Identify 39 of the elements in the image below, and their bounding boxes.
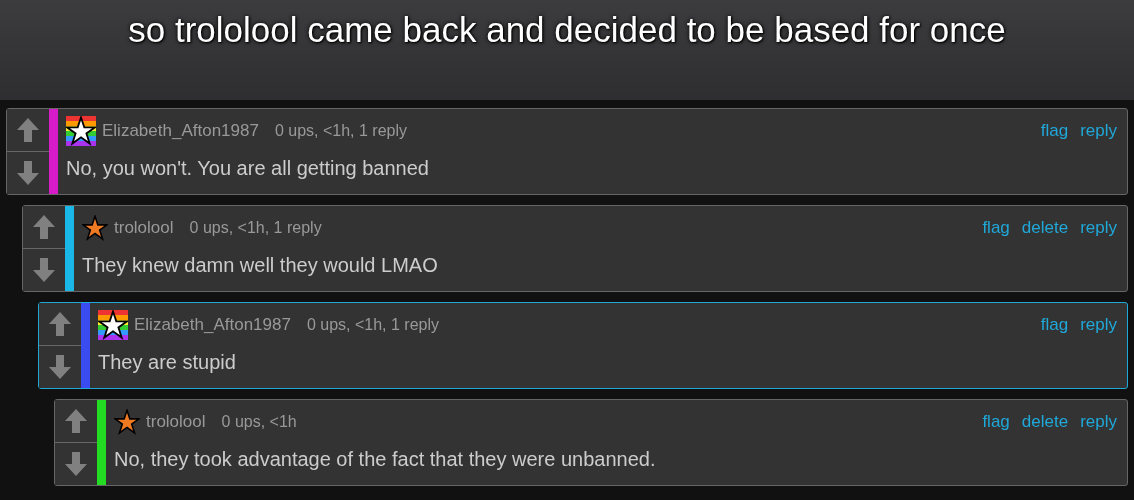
action-link[interactable]: delete xyxy=(1021,218,1069,238)
username[interactable]: trololool xyxy=(146,412,206,432)
action-link[interactable]: flag xyxy=(1040,121,1069,141)
action-link[interactable]: flag xyxy=(1040,315,1069,335)
action-link[interactable]: flag xyxy=(982,218,1010,238)
down-arrow-icon xyxy=(16,160,40,186)
upvote-button[interactable] xyxy=(23,206,65,249)
username[interactable]: Elizabeth_Afton1987 xyxy=(102,121,259,141)
rainbow-star-avatar-icon xyxy=(66,116,96,146)
up-arrow-icon xyxy=(32,214,56,240)
action-link[interactable]: delete xyxy=(1021,412,1069,432)
caption-text: so trololool came back and decided to be based for once xyxy=(128,10,1006,51)
action-link[interactable]: reply xyxy=(1080,121,1117,141)
star-avatar-icon xyxy=(114,409,140,435)
username[interactable]: trololool xyxy=(114,218,174,238)
down-arrow-icon xyxy=(64,451,88,477)
action-link[interactable]: flag xyxy=(982,412,1010,432)
comment-meta: 0 ups, <1h, 1 reply xyxy=(189,219,323,237)
down-arrow-icon xyxy=(32,257,56,283)
down-arrow-icon xyxy=(48,354,72,380)
comment-text: They are stupid xyxy=(98,351,237,374)
action-link[interactable]: reply xyxy=(1080,315,1117,335)
up-arrow-icon xyxy=(64,408,88,434)
rainbow-star-avatar-icon xyxy=(98,310,128,340)
upvote-button[interactable] xyxy=(55,400,97,443)
up-arrow-icon xyxy=(16,117,40,143)
comment-text: No, they took advantage of the fact that they were unbanned. xyxy=(114,448,657,471)
comment-meta: 0 ups, <1h, 1 reply xyxy=(306,316,440,334)
comment-meta: 0 ups, <1h, 1 reply xyxy=(274,122,408,140)
comment-meta: 0 ups, <1h xyxy=(221,413,298,431)
upvote-button[interactable] xyxy=(39,303,81,346)
up-arrow-icon xyxy=(48,311,72,337)
comment-text: They knew damn well they would LMAO xyxy=(82,254,439,277)
comment-text: No, you won't. You are all getting banned xyxy=(66,157,430,180)
upvote-button[interactable] xyxy=(7,109,49,152)
action-link[interactable]: reply xyxy=(1080,218,1117,238)
star-avatar-icon xyxy=(82,215,108,241)
username[interactable]: Elizabeth_Afton1987 xyxy=(134,315,291,335)
action-link[interactable]: reply xyxy=(1080,412,1117,432)
